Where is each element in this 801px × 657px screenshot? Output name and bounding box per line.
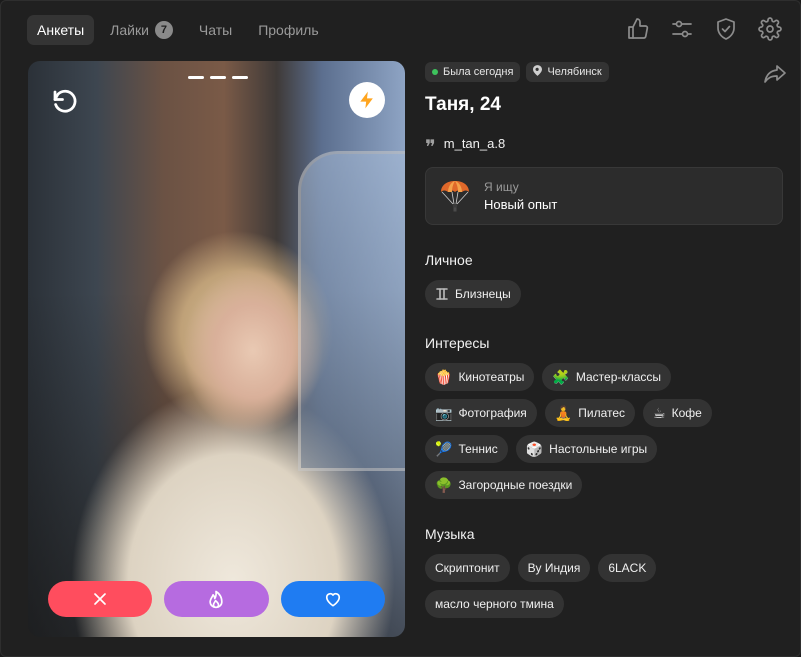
chip-label: Теннис bbox=[458, 442, 498, 456]
chip-zodiac: Близнецы bbox=[425, 280, 521, 308]
chip-interest: 🎲 Настольные игры bbox=[515, 435, 658, 463]
tab-label: Чаты bbox=[198, 22, 233, 38]
chip-label: Скриптонит bbox=[435, 561, 500, 575]
chip-interest: 🎾 Теннис bbox=[425, 435, 508, 463]
photo-page-indicator bbox=[188, 76, 248, 79]
online-dot-icon bbox=[432, 69, 438, 75]
chip-interest: 📷 Фотография bbox=[425, 399, 537, 427]
gemini-icon bbox=[435, 287, 449, 301]
dice-icon: 🎲 bbox=[525, 441, 544, 457]
tab-label: Лайки bbox=[110, 22, 149, 38]
toolbar-icons bbox=[626, 17, 782, 41]
swipe-actions bbox=[48, 581, 385, 617]
chip-music: Скриптонит bbox=[425, 554, 510, 582]
thumbs-up-icon[interactable] bbox=[626, 17, 650, 41]
tennis-ball-icon: 🎾 bbox=[435, 441, 453, 457]
section-title-interests: Интересы bbox=[425, 335, 490, 351]
coffee-icon: ☕ bbox=[653, 405, 666, 421]
chip-label: Ву Индия bbox=[527, 561, 581, 575]
status-text: Была сегодня bbox=[443, 66, 514, 78]
interest-chips: 🍿 Кинотеатры 🧩 Мастер-классы 📷 Фотография 🧘… bbox=[425, 363, 783, 499]
boost-button[interactable] bbox=[349, 82, 385, 118]
like-button[interactable] bbox=[280, 581, 385, 617]
photo-page-dot[interactable] bbox=[210, 76, 226, 79]
chip-label: Кинотеатры bbox=[458, 370, 525, 384]
chip-label: Мастер-классы bbox=[575, 370, 662, 384]
superlike-button[interactable] bbox=[164, 581, 269, 617]
section-title-personal: Личное bbox=[425, 252, 473, 268]
profile-info: Была сегодня Челябинск Таня, 24 ❞ m_tan_… bbox=[425, 62, 786, 618]
parachute-icon bbox=[438, 179, 472, 213]
photo-background-detail bbox=[298, 151, 405, 471]
chip-music: 6LACK bbox=[598, 554, 657, 582]
personal-chips: Близнецы bbox=[425, 280, 783, 308]
chip-label: масло черного тмина bbox=[435, 597, 554, 611]
app-window: Анкеты Лайки 7 Чаты Профиль Была сегодня… bbox=[0, 0, 801, 657]
tab-chats[interactable]: Чаты bbox=[189, 15, 242, 45]
flame-icon bbox=[209, 590, 224, 609]
online-status-badge: Была сегодня bbox=[425, 62, 521, 82]
chip-interest: 🍿 Кинотеатры bbox=[425, 363, 535, 391]
section-title-music: Музыка bbox=[425, 526, 475, 542]
chip-music: масло черного тмина bbox=[425, 590, 564, 618]
profile-handle: m_tan_a.8 bbox=[443, 135, 506, 151]
photo-page-dot[interactable] bbox=[232, 76, 248, 79]
seeking-value: Новый опыт bbox=[484, 197, 558, 212]
music-chips: Скриптонит Ву Индия 6LACK масло черного … bbox=[425, 554, 783, 618]
seeking-text: Я ищу Новый опыт bbox=[484, 180, 557, 212]
seeking-card: Я ищу Новый опыт bbox=[425, 167, 783, 225]
tab-label: Профиль bbox=[258, 22, 319, 38]
shield-check-icon[interactable] bbox=[714, 17, 738, 41]
likes-count-badge: 7 bbox=[154, 21, 173, 39]
profile-handle-row: ❞ m_tan_a.8 bbox=[425, 134, 783, 159]
tab-ankety[interactable]: Анкеты bbox=[27, 15, 95, 45]
sliders-icon[interactable] bbox=[670, 17, 694, 41]
chip-label: Пилатес bbox=[578, 406, 626, 420]
city-badge: Челябинск bbox=[526, 62, 609, 82]
dislike-button[interactable] bbox=[48, 581, 153, 617]
status-badges: Была сегодня Челябинск bbox=[425, 62, 783, 82]
lightning-icon bbox=[360, 91, 373, 109]
seeking-label: Я ищу bbox=[484, 180, 519, 194]
chip-label: 6LACK bbox=[608, 561, 647, 575]
chip-label: Настольные игры bbox=[549, 442, 648, 456]
profile-name: Таня, 24 bbox=[425, 94, 501, 115]
location-pin-icon bbox=[533, 65, 543, 79]
close-icon bbox=[94, 593, 106, 605]
chip-label: Близнецы bbox=[455, 287, 511, 301]
tab-profile[interactable]: Профиль bbox=[248, 15, 328, 45]
share-icon[interactable] bbox=[763, 63, 787, 85]
chip-music: Ву Индия bbox=[517, 554, 591, 582]
gear-icon[interactable] bbox=[758, 17, 782, 41]
chip-interest: 🧩 Мастер-классы bbox=[542, 363, 672, 391]
tree-icon: 🌳 bbox=[435, 477, 453, 493]
yoga-icon: 🧘 bbox=[554, 405, 573, 421]
undo-icon[interactable] bbox=[50, 87, 80, 117]
chip-interest: 🧘 Пилатес bbox=[544, 399, 636, 427]
puzzle-icon: 🧩 bbox=[552, 369, 570, 385]
profile-photo[interactable] bbox=[28, 61, 405, 637]
top-nav: Анкеты Лайки 7 Чаты Профиль bbox=[27, 15, 329, 45]
tab-likes[interactable]: Лайки 7 bbox=[100, 15, 183, 45]
chip-label: Фотография bbox=[458, 406, 527, 420]
quote-icon: ❞ bbox=[425, 135, 436, 159]
camera-icon: 📷 bbox=[435, 405, 453, 421]
chip-interest: 🌳 Загородные поездки bbox=[425, 471, 583, 499]
tab-label: Анкеты bbox=[37, 22, 85, 38]
popcorn-icon: 🍿 bbox=[435, 369, 453, 385]
chip-label: Кофе bbox=[671, 406, 702, 420]
city-text: Челябинск bbox=[547, 66, 602, 78]
heart-icon bbox=[325, 592, 340, 607]
chip-interest: ☕ Кофе bbox=[643, 399, 712, 427]
photo-page-dot[interactable] bbox=[188, 76, 204, 79]
chip-label: Загородные поездки bbox=[458, 478, 573, 492]
